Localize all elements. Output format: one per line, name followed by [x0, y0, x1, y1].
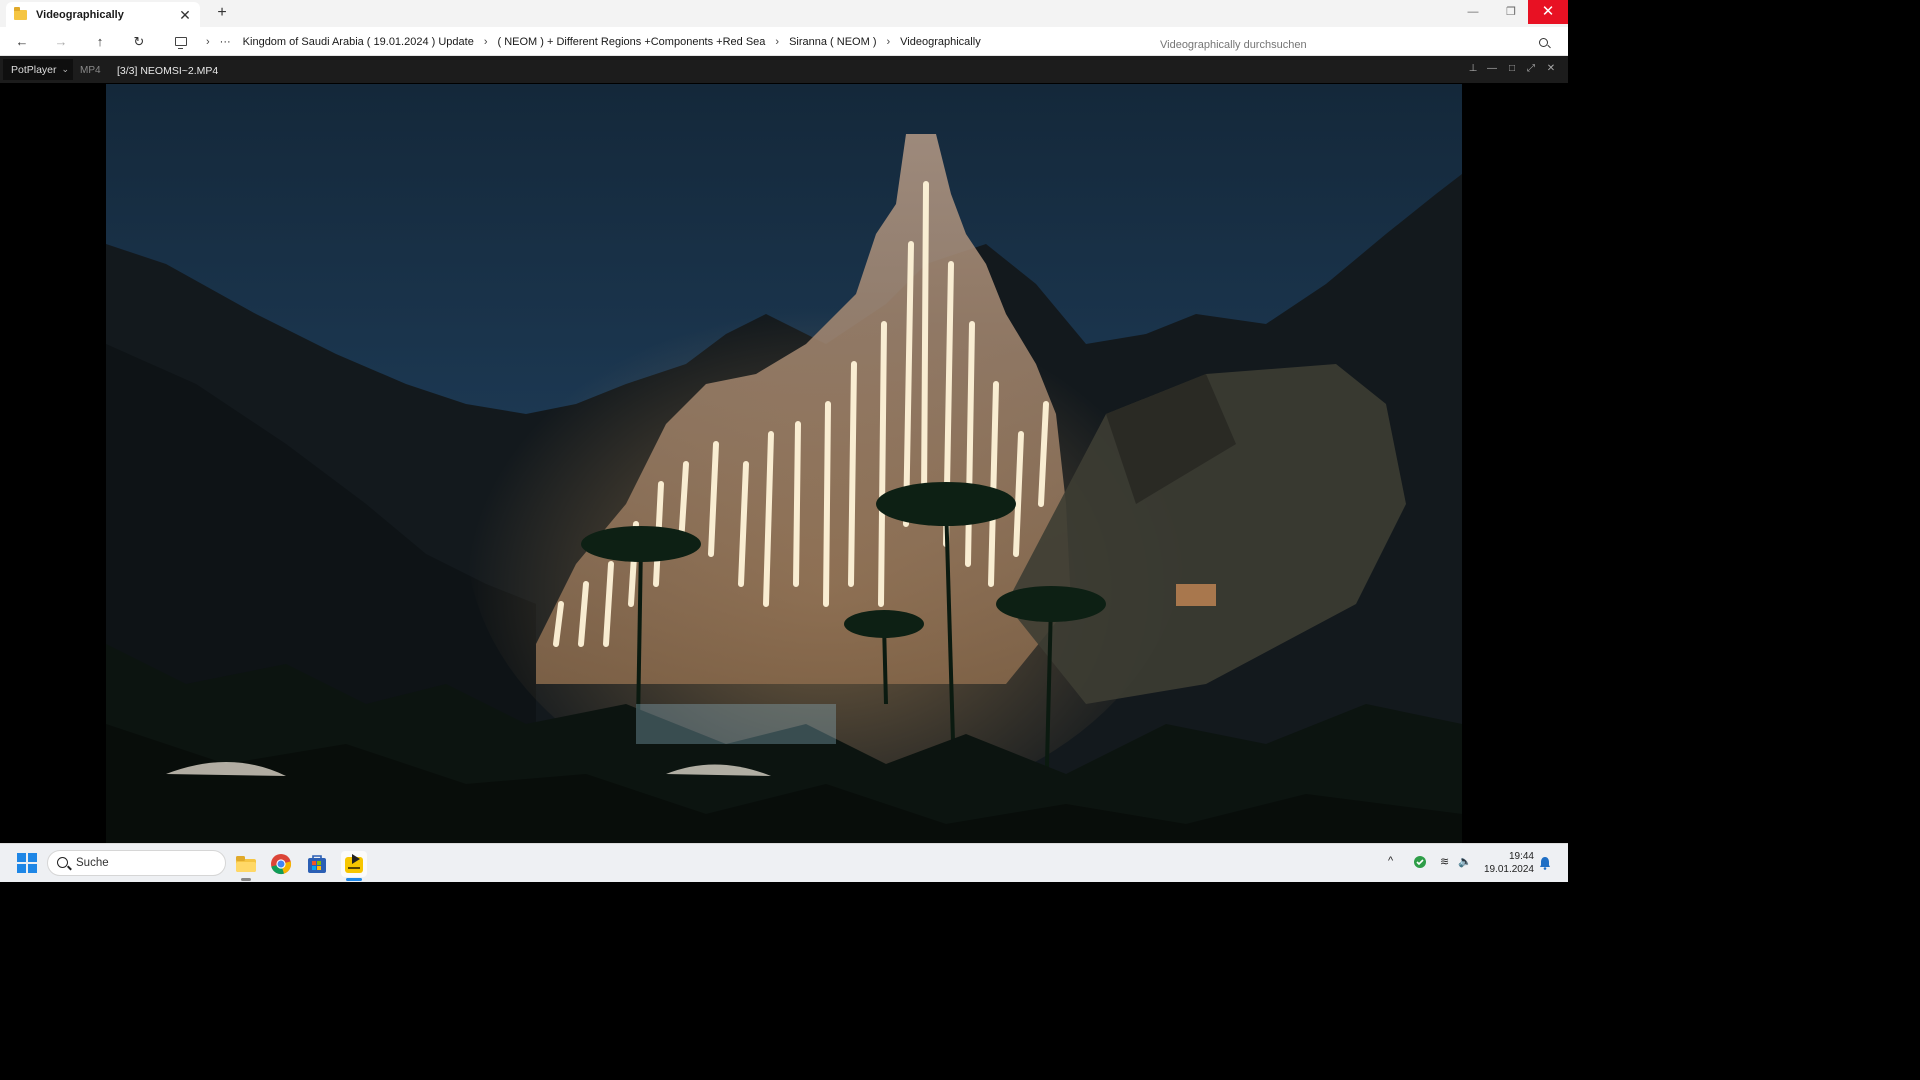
store-icon: [308, 855, 326, 873]
taskbar-clock[interactable]: 19:44 19.01.2024: [1480, 850, 1534, 876]
running-indicator: [346, 878, 362, 881]
screen: Videographically ✕ + — ❐ ✕ ← → ↑ ↻ › ···…: [0, 0, 1568, 882]
media-format-label: MP4: [80, 65, 101, 76]
folder-icon: [14, 6, 27, 20]
back-button[interactable]: ←: [13, 33, 31, 51]
windows-taskbar: Suche ^ ≋ 🔈 19:44 19.01.2024: [0, 843, 1568, 882]
breadcrumb-item[interactable]: Kingdom of Saudi Arabia ( 19.01.2024 ) U…: [243, 36, 474, 48]
player-fullscreen-button[interactable]: ⤢: [1524, 62, 1538, 76]
potplayer-taskbar-button[interactable]: [341, 851, 367, 881]
monitor-icon[interactable]: [175, 37, 187, 49]
notification-bell-icon[interactable]: [1539, 856, 1551, 870]
volume-icon[interactable]: 🔈: [1458, 855, 1472, 868]
folder-search-input[interactable]: [1160, 39, 1530, 51]
windows-logo-icon: [28, 864, 37, 873]
tab-close-icon[interactable]: ✕: [178, 8, 192, 22]
taskbar-search[interactable]: Suche: [47, 850, 226, 876]
windows-logo-icon: [17, 853, 26, 862]
forward-button[interactable]: →: [52, 33, 70, 51]
search-icon: [57, 857, 68, 868]
refresh-button[interactable]: ↻: [130, 33, 148, 51]
window-restore-button[interactable]: ❐: [1492, 0, 1530, 24]
tray-overflow-chevron[interactable]: ^: [1388, 855, 1393, 867]
clock-date: 19.01.2024: [1483, 864, 1534, 875]
file-explorer-taskbar-button[interactable]: [233, 851, 259, 881]
player-maximize-button[interactable]: □: [1505, 62, 1519, 76]
breadcrumb-separator[interactable]: ›: [484, 36, 488, 48]
potplayer-icon: [345, 854, 363, 873]
new-tab-button[interactable]: +: [213, 4, 231, 22]
breadcrumb-separator[interactable]: ›: [206, 36, 210, 48]
breadcrumb-separator[interactable]: ›: [887, 36, 891, 48]
video-scene: [106, 84, 1462, 843]
breadcrumb: › ··· Kingdom of Saudi Arabia ( 19.01.20…: [172, 27, 981, 56]
potplayer-menu-button[interactable]: PotPlayer ⌄: [3, 59, 73, 80]
windows-logo-icon: [28, 853, 37, 862]
windows-logo-icon: [17, 864, 26, 873]
potplayer-window: PotPlayer ⌄ MP4 [3/3] NEOMSI~2.MP4 ⊥ — □…: [0, 56, 1568, 843]
store-taskbar-button[interactable]: [304, 851, 330, 877]
start-button[interactable]: [17, 853, 37, 873]
potplayer-menu-label: PotPlayer: [11, 63, 57, 76]
search-icon[interactable]: [1539, 38, 1548, 47]
running-indicator: [241, 878, 251, 881]
breadcrumb-item[interactable]: Videographically: [900, 36, 981, 48]
video-frame[interactable]: [106, 84, 1462, 843]
clock-time: 19:44: [1508, 851, 1534, 862]
security-shield-icon[interactable]: [1413, 855, 1427, 869]
explorer-tab-strip: Videographically ✕ + — ❐ ✕: [0, 0, 1568, 27]
folder-search: [1146, 35, 1560, 55]
taskbar-search-label: Suche: [76, 857, 109, 869]
file-explorer-icon: [236, 856, 256, 872]
chrome-taskbar-button[interactable]: [268, 851, 294, 877]
breadcrumb-more[interactable]: ···: [220, 36, 231, 48]
window-minimize-button[interactable]: —: [1454, 0, 1492, 24]
breadcrumb-item[interactable]: ( NEOM ) + Different Regions +Components…: [498, 36, 766, 48]
window-close-button[interactable]: ✕: [1528, 0, 1568, 24]
breadcrumb-item[interactable]: Siranna ( NEOM ): [789, 36, 876, 48]
chrome-icon: [271, 854, 292, 875]
up-button[interactable]: ↑: [91, 33, 109, 51]
player-title-bar: PotPlayer ⌄ MP4 [3/3] NEOMSI~2.MP4 ⊥ — □…: [0, 56, 1568, 83]
tab-title: Videographically: [36, 8, 124, 21]
chevron-down-icon: ⌄: [61, 64, 70, 74]
pin-icon[interactable]: ⊥: [1466, 62, 1480, 76]
breadcrumb-separator[interactable]: ›: [775, 36, 779, 48]
explorer-tab[interactable]: Videographically ✕: [6, 2, 200, 27]
media-file-title: [3/3] NEOMSI~2.MP4: [117, 65, 219, 77]
player-minimize-button[interactable]: —: [1485, 62, 1499, 76]
wifi-icon[interactable]: ≋: [1440, 855, 1449, 868]
player-close-button[interactable]: ✕: [1544, 62, 1558, 76]
